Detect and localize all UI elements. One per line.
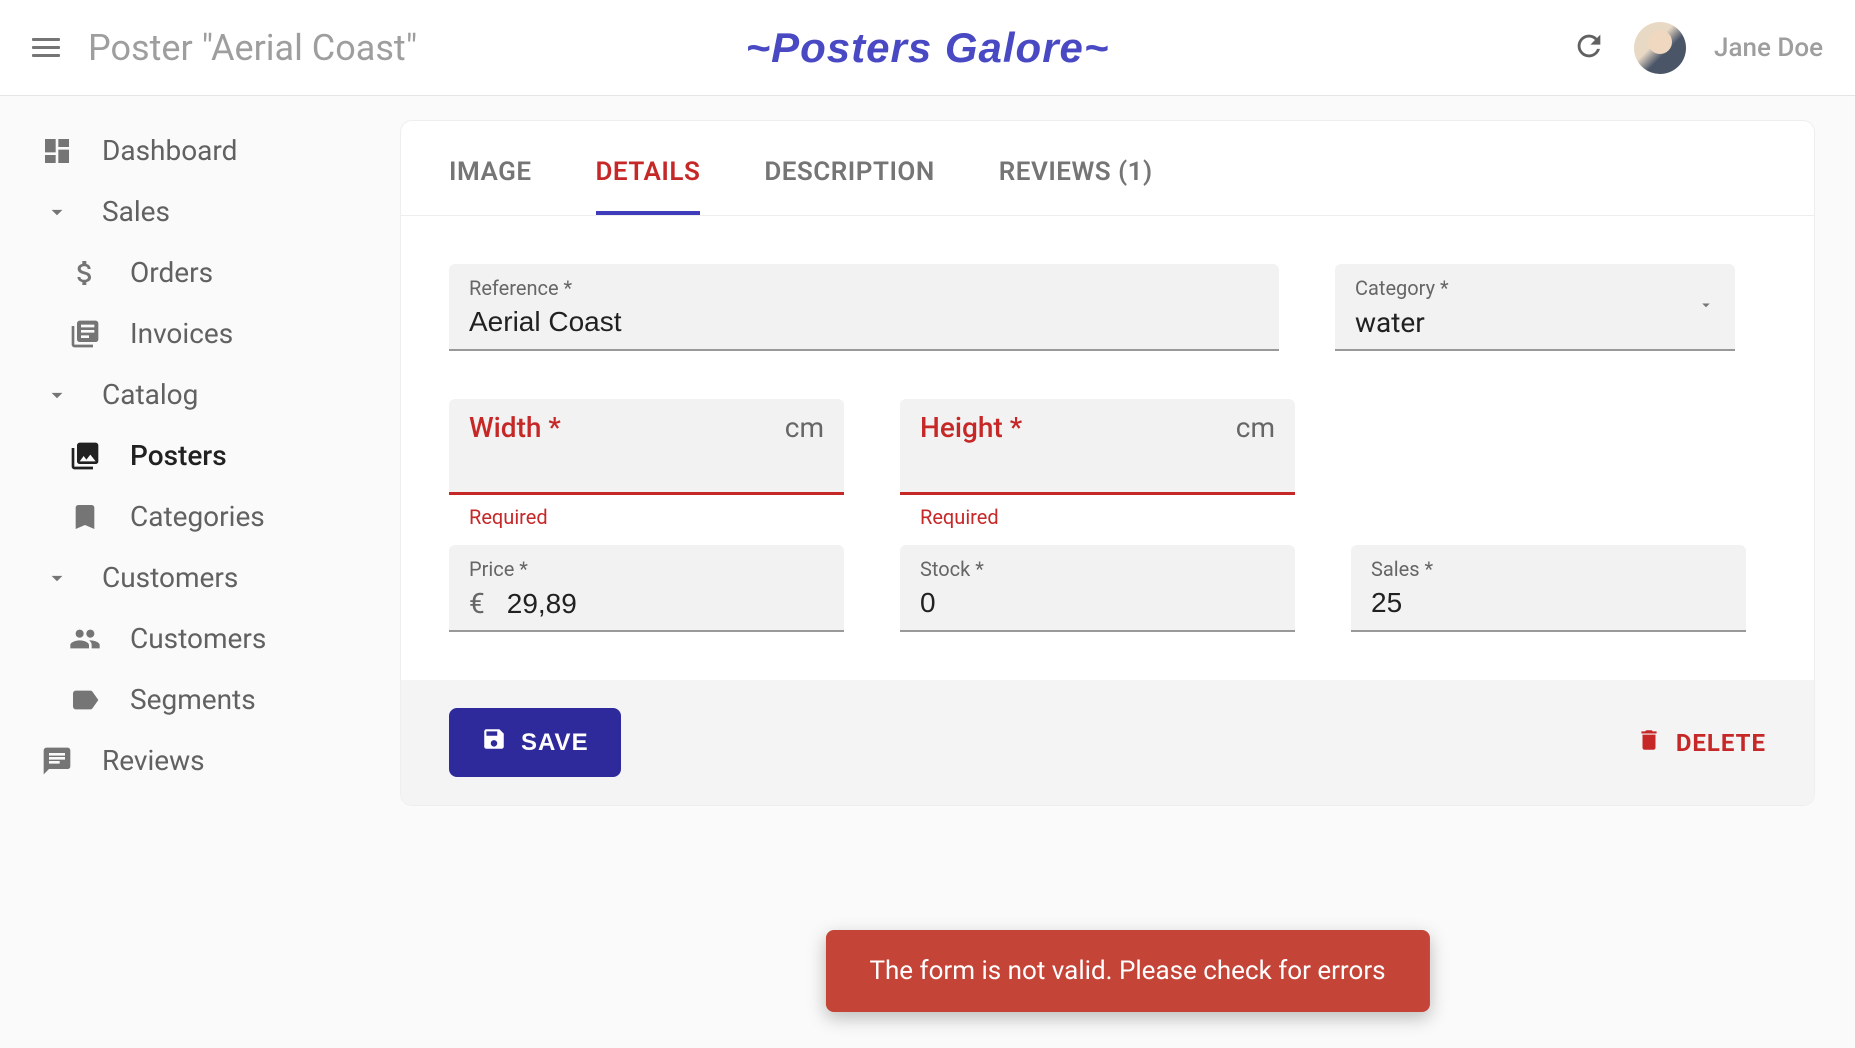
card-footer: SAVE DELETE [401,680,1814,805]
field-label: Width * [469,411,561,444]
unit-suffix: cm [1236,411,1275,444]
caret-down-icon [1697,296,1715,318]
field-label: Stock * [920,557,1275,581]
sidebar-item-label: Invoices [130,317,364,350]
error-snackbar: The form is not valid. Please check for … [825,930,1429,1012]
sidebar-item-invoices[interactable]: Invoices [0,303,400,364]
tabs: IMAGE DETAILS DESCRIPTION REVIEWS (1) [401,121,1814,216]
price-input[interactable] [507,588,824,620]
sidebar-group-sales[interactable]: Sales [0,181,400,242]
bookmark-icon [64,501,106,533]
delete-label: DELETE [1676,729,1766,757]
sidebar-item-segments[interactable]: Segments [0,669,400,730]
sidebar-item-label: Categories [130,500,364,533]
sidebar-item-dashboard[interactable]: Dashboard [0,120,400,181]
sales-input[interactable] [1371,587,1726,619]
price-field[interactable]: Price * € [449,545,844,632]
edit-card: IMAGE DETAILS DESCRIPTION REVIEWS (1) Re… [400,120,1815,806]
sidebar-item-label: Reviews [102,744,364,777]
sidebar-item-label: Customers [102,561,364,594]
field-label: Reference * [469,276,1259,300]
invoice-icon [64,318,106,350]
dollar-icon [64,257,106,289]
menu-icon[interactable] [32,38,60,57]
sidebar-item-label: Catalog [102,378,364,411]
category-select-value[interactable]: water [1355,306,1715,339]
field-label: Height * [920,411,1022,444]
field-label: Category * [1355,276,1715,300]
stock-field[interactable]: Stock * [900,545,1295,632]
sidebar-item-label: Segments [130,683,364,716]
category-field[interactable]: Category * water [1335,264,1735,351]
sales-field[interactable]: Sales * [1351,545,1746,632]
sidebar-item-label: Dashboard [102,134,364,167]
chevron-down-icon [36,565,78,591]
image-icon [64,440,106,472]
field-label: Sales * [1371,557,1726,581]
username: Jane Doe [1714,33,1823,63]
height-error: Required [900,505,1295,529]
unit-suffix: cm [785,411,824,444]
sidebar-item-categories[interactable]: Categories [0,486,400,547]
height-field[interactable]: Height * cm [900,399,1295,495]
stock-input[interactable] [920,587,1275,619]
app-header: Poster "Aerial Coast" ~Posters Galore~ J… [0,0,1855,96]
form: Reference * Category * water [401,216,1814,680]
people-icon [64,623,106,655]
delete-button[interactable]: DELETE [1636,727,1766,759]
tab-details[interactable]: DETAILS [596,157,701,215]
main-content: IMAGE DETAILS DESCRIPTION REVIEWS (1) Re… [400,96,1855,1048]
tab-description[interactable]: DESCRIPTION [764,157,934,215]
reference-input[interactable] [469,306,1259,338]
sidebar-item-label: Posters [130,439,364,472]
field-label: Price * [469,557,824,581]
sidebar-item-orders[interactable]: Orders [0,242,400,303]
avatar[interactable] [1634,22,1686,74]
width-input[interactable] [469,450,824,482]
width-error: Required [449,505,844,529]
chevron-down-icon [36,199,78,225]
sidebar-item-customers[interactable]: Customers [0,608,400,669]
comment-icon [36,745,78,777]
currency-prefix: € [469,587,485,620]
sidebar-item-posters[interactable]: Posters [0,425,400,486]
sidebar-item-label: Customers [130,622,364,655]
height-input[interactable] [920,450,1275,482]
sidebar: Dashboard Sales Orders Invoices Catalog [0,96,400,1048]
tab-reviews[interactable]: REVIEWS (1) [999,157,1153,215]
reference-field[interactable]: Reference * [449,264,1279,351]
save-label: SAVE [521,729,589,757]
save-icon [481,726,507,759]
refresh-icon[interactable] [1572,29,1606,67]
sidebar-item-label: Sales [102,195,364,228]
tab-image[interactable]: IMAGE [449,157,532,215]
tag-icon [64,684,106,716]
width-field[interactable]: Width * cm [449,399,844,495]
chevron-down-icon [36,382,78,408]
save-button[interactable]: SAVE [449,708,621,777]
trash-icon [1636,727,1662,759]
dashboard-icon [36,135,78,167]
sidebar-item-reviews[interactable]: Reviews [0,730,400,791]
sidebar-group-catalog[interactable]: Catalog [0,364,400,425]
sidebar-group-customers[interactable]: Customers [0,547,400,608]
brand-logo: ~Posters Galore~ [746,24,1110,72]
page-title: Poster "Aerial Coast" [88,27,417,69]
sidebar-item-label: Orders [130,256,364,289]
